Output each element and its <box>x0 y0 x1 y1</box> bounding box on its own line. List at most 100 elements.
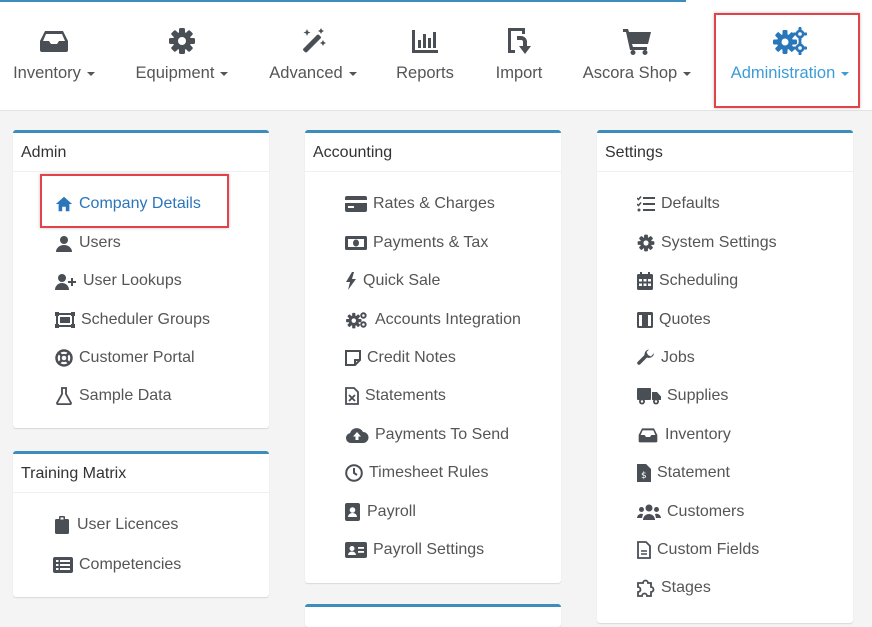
menu-scheduler-groups[interactable]: Scheduler Groups <box>55 311 210 329</box>
nav-ascora-shop[interactable]: Ascora Shop <box>580 2 694 110</box>
menu-label: Payments To Send <box>375 426 510 443</box>
menu-label: Company Details <box>79 195 201 212</box>
menu-label: Rates & Charges <box>373 195 495 212</box>
caret-down-icon <box>841 71 850 76</box>
menu-label: Customer Portal <box>79 349 195 366</box>
nav-label: Equipment <box>135 64 215 82</box>
nav-label: Import <box>495 64 543 82</box>
menu-label: Credit Notes <box>367 349 456 366</box>
invoice-file-icon: $ <box>637 464 651 482</box>
menu-label: Scheduling <box>659 272 739 289</box>
caret-down-icon <box>86 71 95 76</box>
nav-equipment[interactable]: Equipment <box>130 2 234 110</box>
nav-reports[interactable]: Reports <box>385 2 465 110</box>
nav-label: Inventory <box>13 64 81 82</box>
menu-label: Users <box>79 234 121 251</box>
menu-competencies[interactable]: Competencies <box>53 556 181 574</box>
menu-label: Sample Data <box>79 387 172 404</box>
menu-label: Quotes <box>659 311 711 328</box>
nav-label: Ascora Shop <box>582 64 678 82</box>
menu-jobs[interactable]: Jobs <box>637 349 695 367</box>
svg-text:$: $ <box>641 471 647 481</box>
nav-advanced[interactable]: Advanced <box>264 2 362 110</box>
menu-system-settings[interactable]: System Settings <box>637 234 777 252</box>
flask-icon <box>55 387 73 405</box>
menu-sample-data[interactable]: Sample Data <box>55 387 172 405</box>
nav-label: Advanced <box>269 64 343 82</box>
panel-training-matrix: Training Matrix User Licences Competenci… <box>13 451 269 597</box>
menu-label: Custom Fields <box>657 541 760 558</box>
puzzle-icon <box>637 579 655 597</box>
menu-label: Jobs <box>661 349 695 366</box>
menu-users[interactable]: Users <box>55 234 121 252</box>
nav-import[interactable]: Import <box>484 2 554 110</box>
menu-label: Accounts Integration <box>375 311 521 328</box>
menu-timesheet-rules[interactable]: Timesheet Rules <box>345 464 488 482</box>
menu-supplies[interactable]: Supplies <box>637 387 728 405</box>
credit-card-icon <box>345 195 367 213</box>
menu-label: Supplies <box>667 387 729 404</box>
menu-payments-tax[interactable]: Payments & Tax <box>345 234 488 252</box>
menu-label: Customers <box>667 503 745 520</box>
users-icon <box>637 503 661 521</box>
menu-statement[interactable]: $ Statement <box>637 464 730 482</box>
panel-title: Training Matrix <box>13 454 269 493</box>
magic-wand-icon <box>299 27 327 55</box>
caret-down-icon <box>348 71 357 76</box>
menu-payroll[interactable]: Payroll <box>345 503 416 521</box>
menu-label: Stages <box>661 579 711 596</box>
gear-icon <box>637 234 655 252</box>
caret-down-icon <box>683 71 692 76</box>
import-icon <box>505 26 533 56</box>
menu-accounts-integration[interactable]: Accounts Integration <box>345 311 521 329</box>
nav-administration[interactable]: Administration <box>720 2 860 110</box>
menu-customer-portal[interactable]: Customer Portal <box>55 349 195 367</box>
menu-rates-charges[interactable]: Rates & Charges <box>345 195 495 213</box>
gear-icon <box>168 27 196 55</box>
panel-admin: Admin Company Details Users User Lookups… <box>13 130 269 428</box>
menu-user-licences[interactable]: User Licences <box>53 516 178 534</box>
menu-statements[interactable]: Statements <box>345 387 446 405</box>
menu-label: Scheduler Groups <box>81 311 210 328</box>
object-group-icon <box>55 311 75 329</box>
menu-label: Payroll <box>367 503 416 520</box>
list-alt-icon <box>53 556 73 574</box>
menu-scheduling[interactable]: Scheduling <box>637 272 738 290</box>
tasks-icon <box>637 195 655 213</box>
bar-chart-icon <box>411 28 439 54</box>
menu-defaults[interactable]: Defaults <box>637 195 720 213</box>
menu-stages[interactable]: Stages <box>637 579 711 597</box>
money-bill-icon <box>345 234 367 252</box>
panel-accounting: Accounting Rates & Charges Payments & Ta… <box>305 130 561 583</box>
life-ring-icon <box>55 349 73 367</box>
menu-customers[interactable]: Customers <box>637 503 744 521</box>
columns-icon <box>637 311 653 329</box>
panel-settings: Settings Defaults System Settings Schedu… <box>597 130 853 623</box>
menu-credit-notes[interactable]: Credit Notes <box>345 349 456 367</box>
menu-custom-fields[interactable]: Custom Fields <box>637 541 759 559</box>
menu-label: Timesheet Rules <box>369 464 489 481</box>
truck-icon <box>637 387 661 405</box>
shopping-cart-icon <box>622 27 652 55</box>
panel-title: Settings <box>597 133 853 172</box>
user-plus-icon <box>55 272 77 290</box>
nav-inventory[interactable]: Inventory <box>6 2 102 110</box>
nav-label: Administration <box>730 64 836 82</box>
user-icon <box>55 234 73 252</box>
menu-quick-sale[interactable]: Quick Sale <box>345 272 440 290</box>
menu-label: User Licences <box>77 516 179 533</box>
inbox-tray-icon <box>637 426 659 444</box>
menu-label: Payroll Settings <box>373 541 485 558</box>
menu-inventory[interactable]: Inventory <box>637 426 731 444</box>
nav-label: Reports <box>396 64 454 82</box>
calendar-icon <box>637 272 653 290</box>
menu-quotes[interactable]: Quotes <box>637 311 711 329</box>
menu-company-details[interactable]: Company Details <box>55 195 201 213</box>
menu-payments-to-send[interactable]: Payments To Send <box>345 426 509 444</box>
menu-user-lookups[interactable]: User Lookups <box>55 272 182 290</box>
menu-label: Defaults <box>661 195 720 212</box>
cogs-icon <box>345 311 369 329</box>
menu-payroll-settings[interactable]: Payroll Settings <box>345 541 484 559</box>
panel-title: Accounting <box>305 133 561 172</box>
caret-down-icon <box>220 71 229 76</box>
